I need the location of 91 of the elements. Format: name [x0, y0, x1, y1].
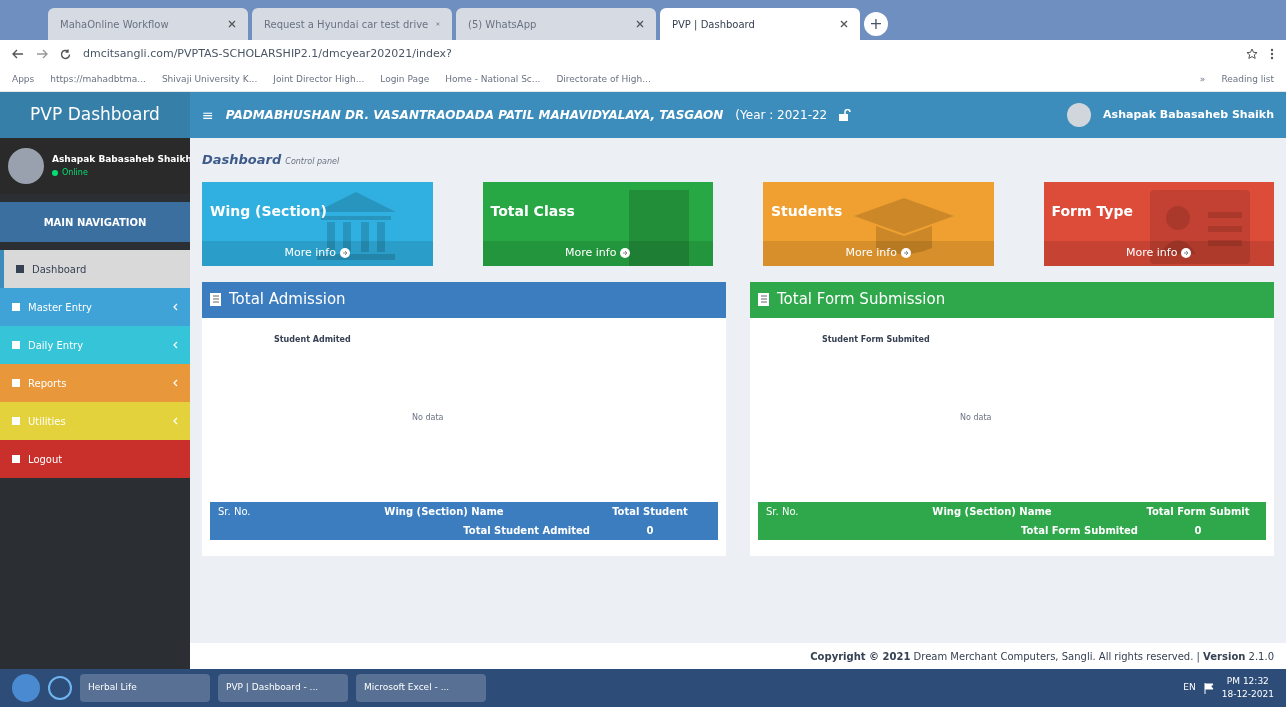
language-indicator[interactable]: EN: [1183, 681, 1196, 695]
arrow-circle-icon: [339, 248, 350, 259]
page-subtitle: Control panel: [285, 156, 340, 168]
close-icon[interactable]: [228, 20, 236, 28]
no-data-text: No data: [960, 411, 992, 424]
taskbar-button[interactable]: PVP | Dashboard - ...: [218, 674, 348, 702]
menu-icon[interactable]: ≡: [202, 104, 214, 126]
nav-icon: [12, 455, 20, 463]
nav-label: Logout: [28, 452, 64, 467]
section-header: MAIN NAVIGATION: [0, 202, 190, 242]
bookmark-link[interactable]: Joint Director High...: [273, 72, 365, 87]
nav-label: Utilities: [28, 414, 67, 429]
page-title: Dashboard: [202, 151, 282, 169]
college-name: PADMABHUSHAN DR. VASANTRAODADA PATIL MAHAVIDYALAYA, TASGAON: [225, 107, 724, 124]
reload-icon[interactable]: [60, 48, 71, 60]
close-icon[interactable]: [840, 20, 848, 28]
reading-list-button[interactable]: Reading list: [1221, 72, 1274, 87]
column-header: Total Student: [611, 504, 689, 519]
close-icon[interactable]: [636, 20, 644, 28]
star-icon[interactable]: [1246, 48, 1258, 60]
tab-title: MahaOnline Workflow: [60, 17, 170, 32]
taskbar-button[interactable]: Herbal Life: [80, 674, 210, 702]
bookmark-link[interactable]: Apps: [12, 72, 35, 87]
nav-icon: [12, 379, 20, 387]
nav-item[interactable]: Dashboard: [0, 250, 190, 288]
bookmark-link[interactable]: Login Page: [380, 72, 430, 87]
browser-tab[interactable]: MahaOnline Workflow: [48, 8, 248, 40]
more-info-link[interactable]: More info: [1043, 241, 1274, 266]
new-tab-button[interactable]: +: [864, 12, 888, 36]
padlock-icon[interactable]: [839, 109, 852, 121]
more-info-link[interactable]: More info: [202, 241, 433, 266]
chart-title: Student Admited: [274, 333, 351, 346]
bookmark-link[interactable]: Directorate of High...: [556, 72, 651, 87]
total-value: 0: [645, 523, 655, 538]
arrow-circle-icon: [1181, 248, 1192, 259]
total-label: Total Form Submited: [1020, 523, 1138, 538]
menu-icon[interactable]: [1270, 48, 1274, 60]
taskbar-button[interactable]: Microsoft Excel - ...: [356, 674, 486, 702]
copyright-text: Copyright © 2021 Dream Merchant Computers, Sangli. All rights reserved. | Version 2.1.0: [810, 649, 1274, 664]
panel-title: Total Admission: [229, 289, 346, 311]
nav-icon: [12, 303, 20, 311]
flag-icon[interactable]: [1203, 682, 1214, 694]
more-bookmarks-button[interactable]: »: [1199, 72, 1206, 87]
arrow-circle-icon: [900, 248, 911, 259]
browser-tab[interactable]: Request a Hyundai car test drive: [252, 8, 452, 40]
online-status: Online: [62, 166, 88, 179]
book-icon: [210, 293, 221, 306]
more-info-link[interactable]: More info: [482, 241, 713, 266]
column-header: Total Form Submit: [1145, 504, 1251, 519]
nav-label: Daily Entry: [28, 338, 85, 353]
chart-title: Student Form Submited: [822, 333, 930, 346]
forward-icon[interactable]: [36, 49, 48, 59]
column-header: Sr. No.: [218, 504, 252, 519]
tab-title: PVP | Dashboard: [672, 17, 756, 32]
bookmark-link[interactable]: Shivaji University K...: [161, 72, 258, 87]
user-name[interactable]: Ashapak Babasaheb Shaikh: [1103, 106, 1274, 124]
browser-tab[interactable]: (5) WhatsApp: [456, 8, 656, 40]
column-header: Wing (Section) Name: [383, 504, 505, 519]
browser-tab[interactable]: PVP | Dashboard: [660, 8, 860, 40]
back-icon[interactable]: [12, 49, 24, 59]
nav-item[interactable]: Master Entry: [0, 288, 190, 326]
panel-title: Total Form Submission: [777, 289, 946, 311]
tile-label: Total Class: [490, 201, 575, 221]
arrow-circle-icon: [620, 248, 631, 259]
clock-time[interactable]: PM 12:32: [1226, 674, 1269, 688]
clock-date[interactable]: 18-12-2021: [1221, 688, 1274, 702]
total-value: 0: [1193, 523, 1203, 538]
tile-label: Students: [771, 201, 843, 221]
academic-year: (Year : 2021-22: [735, 107, 828, 124]
more-info-link[interactable]: More info: [763, 241, 994, 266]
nav-icon: [12, 341, 20, 349]
column-header: Sr. No.: [766, 504, 800, 519]
avatar-icon: [8, 148, 44, 184]
tab-title: (5) WhatsApp: [468, 17, 538, 32]
bookmark-link[interactable]: https://mahadbtma...: [50, 72, 146, 87]
tile-label: Wing (Section): [210, 201, 327, 221]
nav-icon: [12, 417, 20, 425]
nav-label: Reports: [28, 376, 68, 391]
no-data-text: No data: [412, 411, 444, 424]
nav-label: Dashboard: [32, 262, 88, 277]
total-label: Total Student Admited: [462, 523, 590, 538]
nav-item[interactable]: Logout: [0, 440, 190, 478]
book-icon: [758, 293, 769, 306]
column-header: Wing (Section) Name: [931, 504, 1053, 519]
nav-label: Master Entry: [28, 300, 93, 315]
bookmark-link[interactable]: Home - National Sc...: [445, 72, 541, 87]
tile-label: Form Type: [1051, 201, 1133, 221]
start-button[interactable]: [12, 674, 40, 702]
avatar-icon: [1067, 103, 1092, 127]
tab-title: Request a Hyundai car test drive: [264, 17, 429, 32]
nav-icon: [16, 265, 24, 273]
